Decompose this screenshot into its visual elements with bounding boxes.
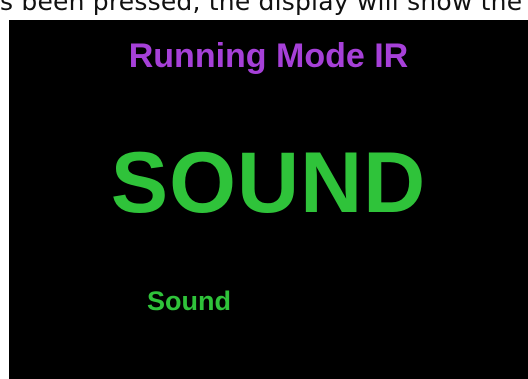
main-status-label: SOUND <box>110 135 427 231</box>
sub-status-label: Sound <box>147 286 231 316</box>
display-screen: Running Mode IR SOUND Sound <box>9 20 528 379</box>
running-mode-title: Running Mode IR <box>128 37 409 75</box>
page: s been pressed, the display will show th… <box>0 0 528 379</box>
caption-text: s been pressed, the display will show th… <box>0 0 523 16</box>
